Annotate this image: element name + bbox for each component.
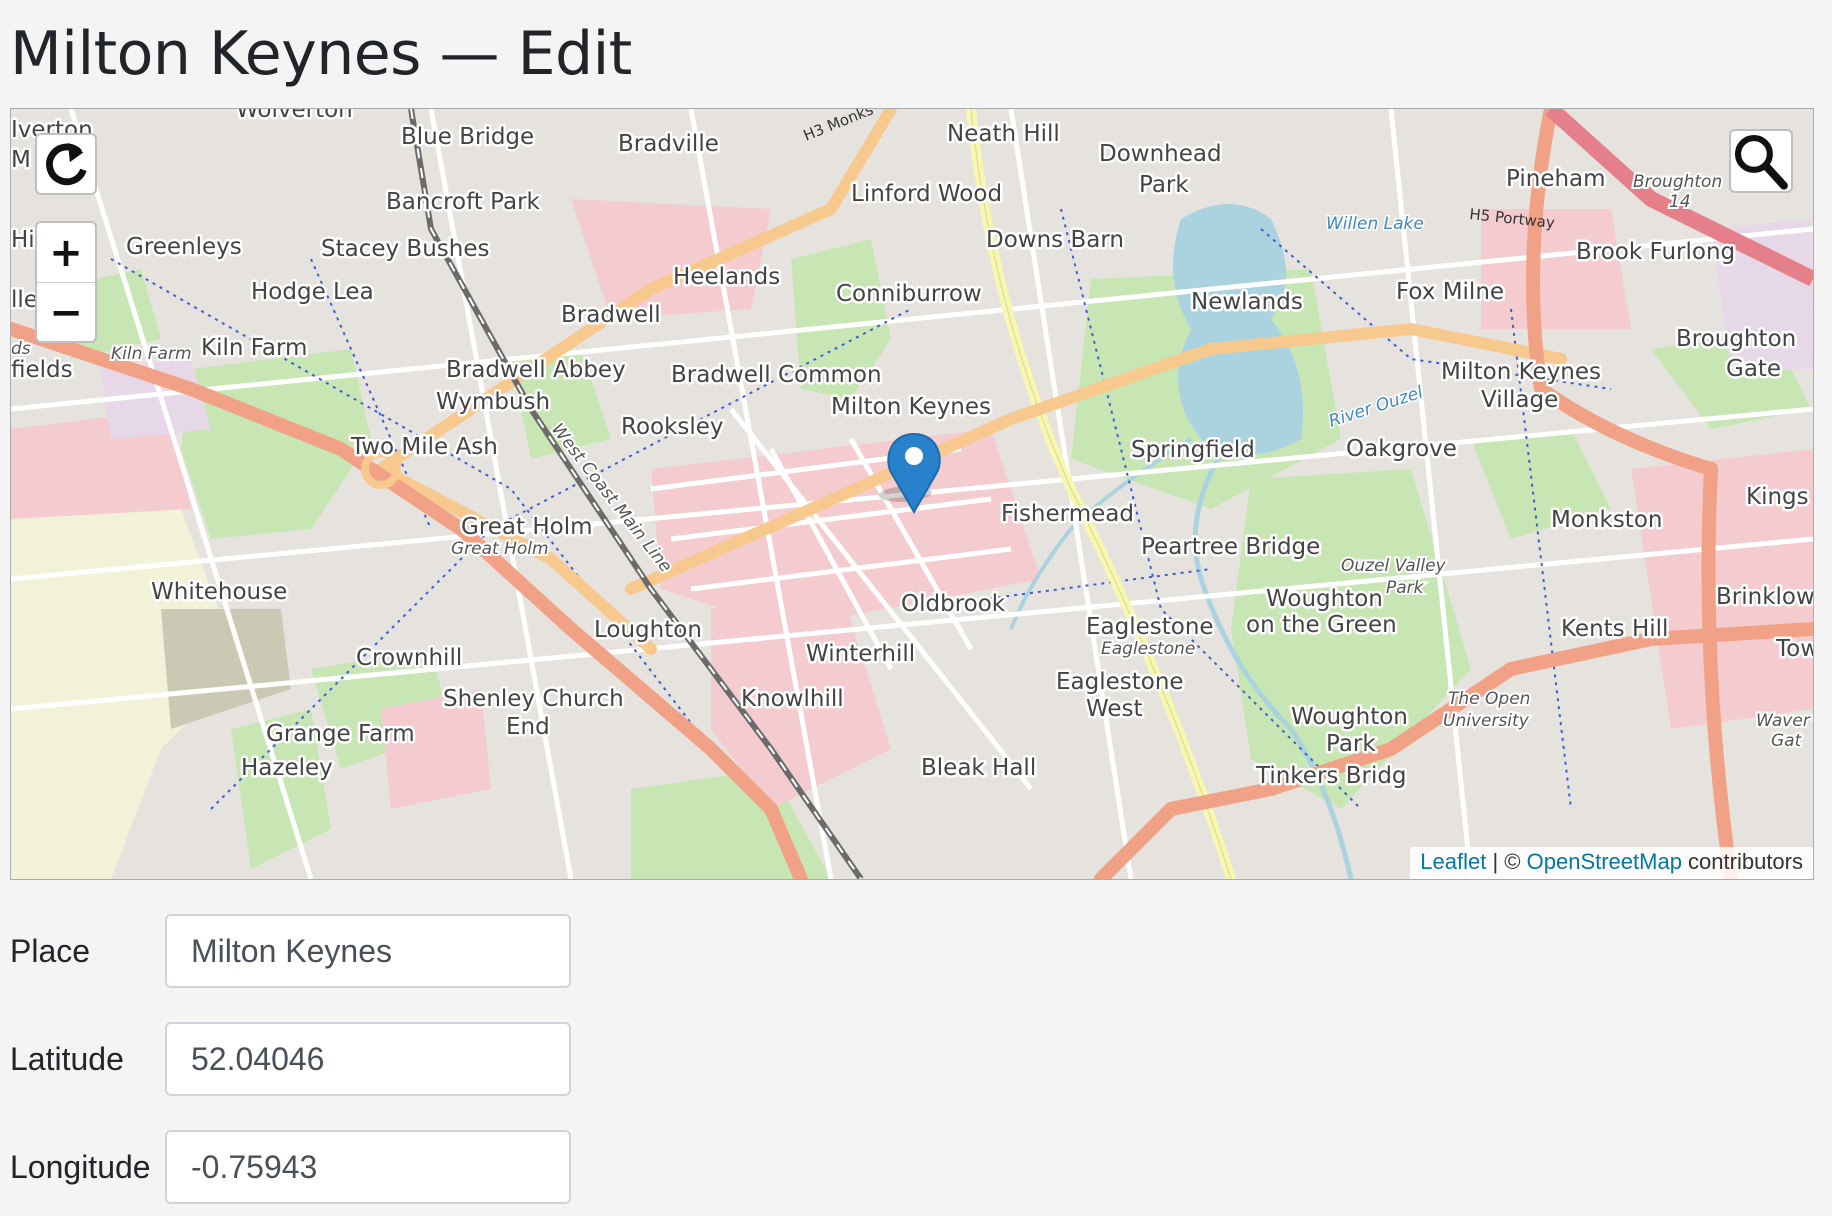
map-label: 14 bbox=[1669, 192, 1691, 212]
map-label: Fox Milne bbox=[1396, 279, 1504, 305]
map-label: Newlands bbox=[1191, 289, 1303, 315]
map-label: Brinklow bbox=[1716, 584, 1813, 610]
map-label: Great Holm bbox=[461, 514, 593, 540]
place-input[interactable] bbox=[165, 914, 571, 988]
map-label: Linford Wood bbox=[851, 181, 1002, 207]
map-label: Springfield bbox=[1131, 437, 1255, 463]
map-label: Kings bbox=[1746, 484, 1809, 510]
map-attribution: Leaflet | © OpenStreetMap contributors bbox=[1410, 847, 1813, 879]
attribution-suffix: contributors bbox=[1681, 849, 1803, 874]
map-label: Kiln Farm bbox=[111, 344, 192, 364]
search-icon bbox=[1734, 134, 1788, 190]
map-label: Wolverton bbox=[236, 109, 353, 123]
map-label: Woughton bbox=[1266, 586, 1383, 612]
refresh-icon bbox=[46, 142, 87, 186]
map-label: Two Mile Ash bbox=[350, 434, 498, 460]
map-label: Oakgrove bbox=[1346, 436, 1457, 462]
map-label: Downhead bbox=[1099, 141, 1222, 167]
map-label: West bbox=[1086, 696, 1143, 722]
reset-view-button[interactable] bbox=[35, 133, 97, 195]
map-search-button[interactable] bbox=[1729, 129, 1793, 193]
map-label: Ouzel Valley bbox=[1341, 556, 1447, 576]
map-label: Brook Furlong bbox=[1576, 239, 1735, 265]
leaflet-link[interactable]: Leaflet bbox=[1420, 849, 1486, 874]
map-label: End bbox=[506, 714, 550, 740]
map-label: Grange Farm bbox=[266, 721, 415, 747]
map-label: Shenley Church bbox=[443, 686, 624, 712]
map-label: Blue Bridge bbox=[401, 124, 534, 150]
map-label: Milton Keynes bbox=[831, 394, 991, 420]
map-label: Winterhill bbox=[806, 641, 915, 667]
map-label: Eaglestone bbox=[1056, 669, 1184, 695]
map-label: Rooksley bbox=[621, 414, 724, 440]
map-label: Fishermead bbox=[1001, 501, 1134, 527]
latitude-input[interactable] bbox=[165, 1022, 571, 1096]
map-label: on the Green bbox=[1246, 612, 1397, 638]
map-label: Broughton bbox=[1676, 326, 1796, 352]
map-label: ds bbox=[11, 339, 31, 359]
map-label: Peartree Bridge bbox=[1141, 534, 1320, 560]
zoom-out-button[interactable]: − bbox=[37, 282, 95, 342]
map-label: Bleak Hall bbox=[921, 755, 1036, 781]
map-label: Oldbrook bbox=[901, 591, 1006, 617]
map-label: Broughton bbox=[1633, 172, 1722, 192]
page-title: Milton Keynes — Edit bbox=[10, 19, 632, 89]
map-label: Gat bbox=[1771, 731, 1803, 751]
map-label: Bradville bbox=[618, 131, 719, 157]
map-label: Heelands bbox=[673, 264, 780, 290]
map-label: Woughton bbox=[1291, 704, 1408, 730]
map-label: Milton Keynes bbox=[1441, 359, 1601, 385]
longitude-row: Longitude bbox=[10, 1130, 571, 1204]
map-label: Tow bbox=[1775, 636, 1813, 662]
map-label: Crownhill bbox=[356, 645, 462, 671]
map-label: Waver bbox=[1756, 711, 1811, 731]
map-label: Gate bbox=[1726, 356, 1781, 382]
map-label: Bradwell bbox=[561, 302, 661, 328]
place-row: Place bbox=[10, 914, 571, 988]
map-label: Village bbox=[1481, 387, 1558, 413]
map-label: Kents Hill bbox=[1561, 616, 1668, 642]
map-label: Willen Lake bbox=[1326, 214, 1424, 234]
map-label: Downs Barn bbox=[986, 227, 1124, 253]
map-label: Greenleys bbox=[126, 234, 242, 260]
map-label: Park bbox=[1139, 172, 1189, 198]
map-label: Whitehouse bbox=[151, 579, 287, 605]
map-label: fields bbox=[11, 357, 73, 383]
map-label: Bradwell Abbey bbox=[446, 357, 626, 383]
map-label: Loughton bbox=[594, 617, 702, 643]
map-label: University bbox=[1443, 711, 1530, 731]
map-label: Wymbush bbox=[436, 389, 550, 415]
map-view[interactable]: Blue Bridge Bradville Neath Hill Downhea… bbox=[10, 108, 1814, 880]
map-label: Great Holm bbox=[451, 539, 549, 559]
map-label: Monkston bbox=[1551, 507, 1662, 533]
map-label: Conniburrow bbox=[836, 281, 982, 307]
zoom-in-button[interactable]: + bbox=[37, 223, 95, 282]
latitude-label: Latitude bbox=[10, 1041, 124, 1077]
map-label: Stacey Bushes bbox=[321, 236, 489, 262]
map-label: Park bbox=[1326, 731, 1376, 757]
map-label: M bbox=[11, 147, 31, 173]
zoom-control: + − bbox=[35, 221, 97, 343]
map-label: Kiln Farm bbox=[201, 335, 307, 361]
map-label: Eaglestone bbox=[1101, 639, 1195, 659]
map-label: Bradwell Common bbox=[671, 362, 882, 388]
latitude-row: Latitude bbox=[10, 1022, 571, 1096]
map-label: Tinkers Bridg bbox=[1255, 763, 1407, 789]
place-label: Place bbox=[10, 933, 91, 969]
map-label: Pineham bbox=[1506, 166, 1606, 192]
map-label: Hazeley bbox=[241, 755, 333, 781]
longitude-input[interactable] bbox=[165, 1130, 571, 1204]
map-label: Bancroft Park bbox=[386, 189, 541, 215]
map-label: Neath Hill bbox=[947, 121, 1060, 147]
map-label: Knowlhill bbox=[741, 686, 844, 712]
attribution-separator: | © bbox=[1486, 849, 1527, 874]
map-label: Eaglestone bbox=[1086, 614, 1214, 640]
map-tiles: Blue Bridge Bradville Neath Hill Downhea… bbox=[11, 109, 1813, 879]
map-label: The Open bbox=[1448, 689, 1530, 709]
map-label: Hodge Lea bbox=[251, 279, 374, 305]
openstreetmap-link[interactable]: OpenStreetMap bbox=[1527, 849, 1682, 874]
longitude-label: Longitude bbox=[10, 1149, 151, 1185]
map-label: Park bbox=[1386, 578, 1425, 598]
